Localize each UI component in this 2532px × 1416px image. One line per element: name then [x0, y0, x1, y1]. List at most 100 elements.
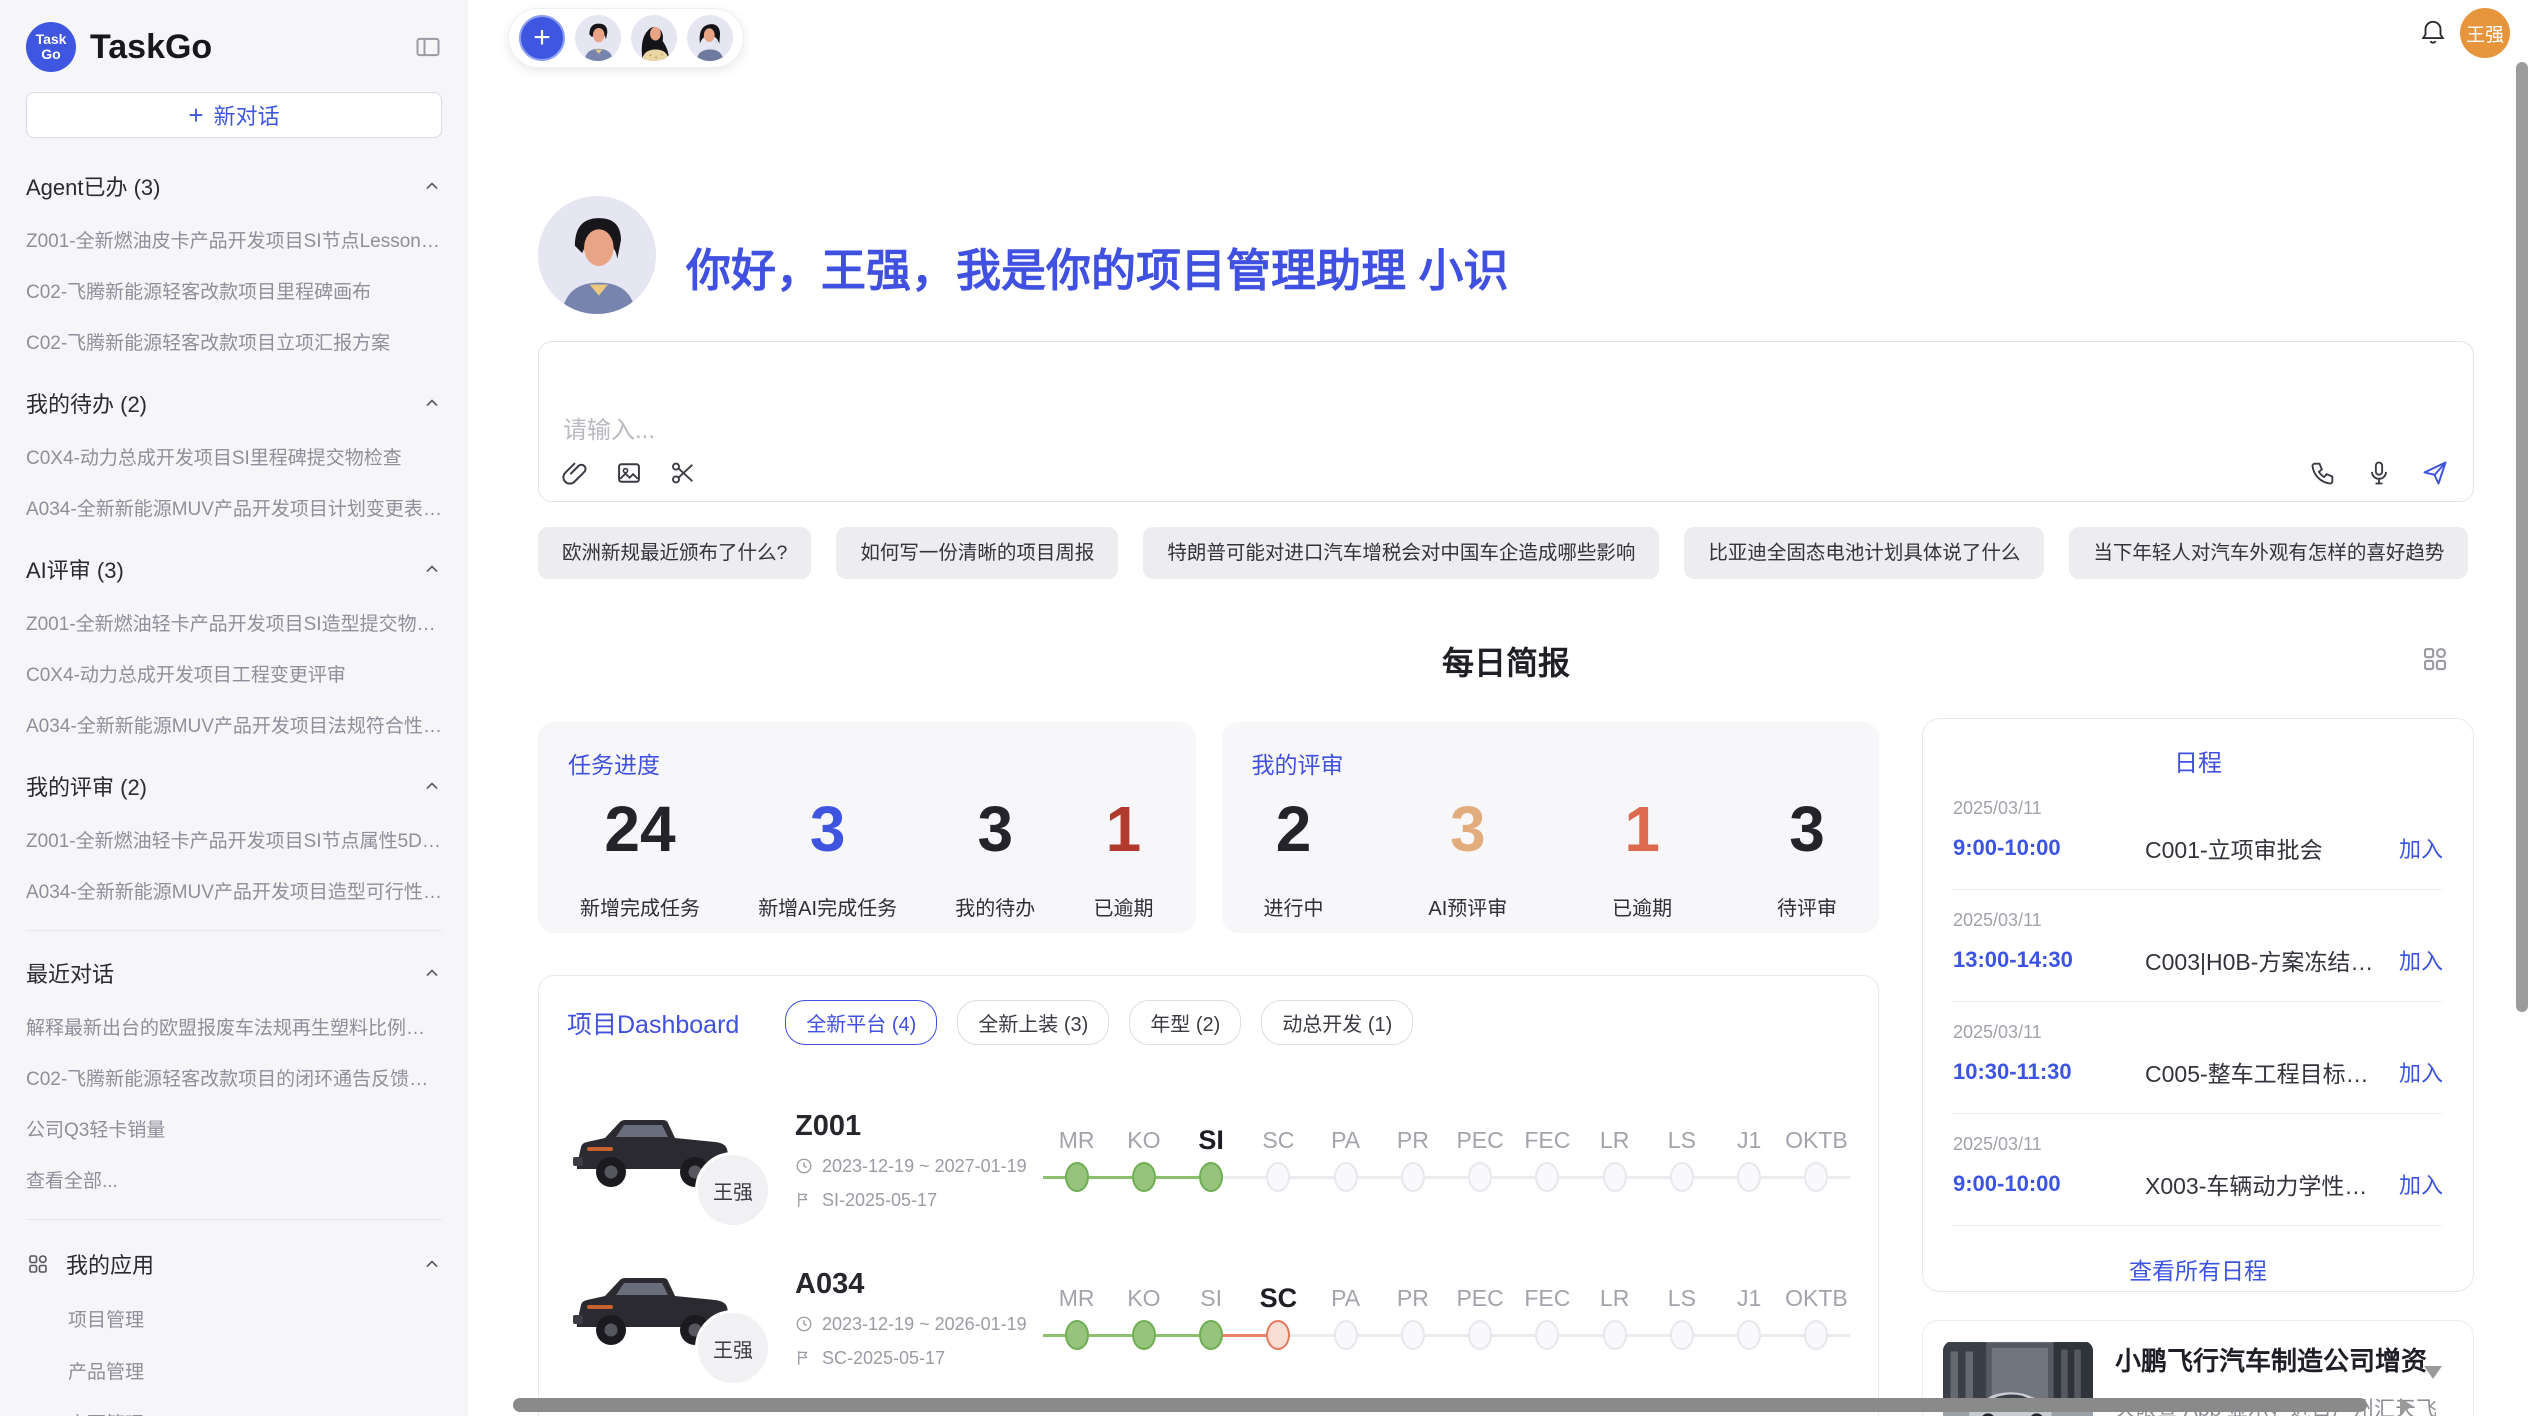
milestone-line — [1290, 1176, 1312, 1179]
milestone-line — [1178, 1334, 1200, 1337]
milestone-label: PEC — [1447, 1123, 1514, 1157]
milestone-dot — [1804, 1320, 1828, 1350]
image-icon[interactable] — [615, 459, 643, 487]
schedule-time: 9:00-10:00 — [1953, 1171, 2145, 1197]
milestone-label: J1 — [1716, 1281, 1783, 1315]
section-header-recent[interactable]: 最近对话 — [26, 957, 442, 989]
section-header-my-todo[interactable]: 我的待办 (2) — [26, 387, 442, 419]
suggestion-chip[interactable]: 比亚迪全固态电池计划具体说了什么 — [1684, 527, 2044, 579]
milestone-line — [1312, 1334, 1334, 1337]
view-all-schedule-link[interactable]: 查看所有日程 — [1953, 1252, 2443, 1286]
user-avatar[interactable]: 王强 — [2460, 8, 2510, 58]
app-item[interactable]: 项目管理 — [26, 1305, 442, 1332]
milestone-line — [1447, 1176, 1469, 1179]
conversation-item[interactable]: A034-全新新能源MUV产品开发项目法规符合性评审 — [26, 711, 442, 738]
suggestion-chip[interactable]: 欧洲新规最近颁布了什么? — [538, 527, 811, 579]
vertical-scrollbar[interactable] — [2516, 62, 2528, 1012]
suggestion-chip[interactable]: 当下年轻人对汽车外观有怎样的喜好趋势 — [2069, 527, 2468, 579]
milestone-label: LR — [1581, 1281, 1648, 1315]
chevron-up-icon[interactable] — [422, 559, 442, 579]
conversation-item[interactable]: Z001-全新燃油皮卡产品开发项目SI节点Lesson Learn报告 — [26, 226, 442, 253]
join-link[interactable]: 加入 — [2399, 832, 2443, 864]
composer-left-tools — [561, 459, 697, 487]
conversation-item[interactable]: A034-全新新能源MUV产品开发项目计划变更表编写 — [26, 494, 442, 521]
conversation-item[interactable]: C02-飞腾新能源轻客改款项目里程碑画布 — [26, 277, 442, 304]
milestone-dot — [1737, 1162, 1761, 1192]
milestone-label: LS — [1648, 1281, 1715, 1315]
app-item[interactable]: 产品管理 — [26, 1357, 442, 1384]
briefing-cards: 任务进度 24 新增完成任务 3 新增AI完成任务 3 我的待办 — [538, 722, 1879, 933]
milestone-line — [1156, 1176, 1178, 1179]
scroll-down-arrow-icon[interactable] — [2424, 1366, 2442, 1379]
conversation-item[interactable]: C02-飞腾新能源轻客改款项目的闭环通告反馈情况 — [26, 1064, 442, 1091]
attachment-icon[interactable] — [561, 459, 589, 487]
milestone-line — [1425, 1176, 1447, 1179]
chevron-up-icon[interactable] — [422, 176, 442, 196]
project-row[interactable]: 王强 A034 2023-12-19 ~ 2026-01-19 — [567, 1239, 1850, 1397]
chevron-up-icon[interactable] — [422, 963, 442, 983]
section-header-ai-review[interactable]: AI评审 (3) — [26, 553, 442, 585]
conversation-item[interactable]: 公司Q3轻卡销量 — [26, 1115, 442, 1142]
milestone-line — [1312, 1176, 1334, 1179]
layout-grid-icon[interactable] — [2420, 644, 2450, 674]
section-header-agent-done[interactable]: Agent已办 (3) — [26, 170, 442, 202]
apps-grid-icon — [26, 1252, 50, 1276]
milestone-label: FEC — [1514, 1281, 1581, 1315]
avatar-woman-icon[interactable] — [631, 15, 677, 61]
suggestion-chip[interactable]: 特朗普可能对进口汽车增税会对中国车企造成哪些影响 — [1143, 527, 1659, 579]
join-link[interactable]: 加入 — [2399, 1056, 2443, 1088]
milestone-dot — [1670, 1162, 1694, 1192]
join-link[interactable]: 加入 — [2399, 1168, 2443, 1200]
conversation-item[interactable]: C0X4-动力总成开发项目工程变更评审 — [26, 660, 442, 687]
chevron-up-icon[interactable] — [422, 776, 442, 796]
conversation-item[interactable]: C02-飞腾新能源轻客改款项目立项汇报方案 — [26, 328, 442, 355]
conversation-item[interactable]: Z001-全新燃油轻卡产品开发项目SI节点属性5D文件评审 — [26, 826, 442, 853]
new-chat-button[interactable]: + 新对话 — [26, 92, 442, 138]
scroll-right-arrow-icon[interactable] — [2400, 1398, 2413, 1414]
suggestion-chip[interactable]: 如何写一份清晰的项目周报 — [836, 527, 1118, 579]
milestone-dot — [1334, 1320, 1358, 1350]
milestone-label: SC — [1245, 1281, 1312, 1315]
send-icon[interactable] — [2421, 459, 2449, 487]
avatar-woman2-icon[interactable] — [687, 15, 733, 61]
conversation-item[interactable]: Z001-全新燃油轻卡产品开发项目SI造型提交物评审 — [26, 609, 442, 636]
join-link[interactable]: 加入 — [2399, 944, 2443, 976]
assistant-avatar-icon — [538, 196, 656, 314]
collapse-sidebar-icon[interactable] — [414, 33, 442, 61]
dashboard-tab[interactable]: 全新上装 (3) — [957, 1000, 1109, 1045]
chevron-up-icon[interactable] — [422, 393, 442, 413]
conversation-item[interactable]: A034-全新新能源MUV产品开发项目造型可行性评审 — [26, 877, 442, 904]
notification-bell-icon[interactable] — [2418, 18, 2448, 48]
microphone-icon[interactable] — [2365, 459, 2393, 487]
dashboard-tab[interactable]: 年型 (2) — [1129, 1000, 1241, 1045]
app-item[interactable]: 变更管理 — [26, 1409, 442, 1416]
horizontal-scrollbar[interactable] — [513, 1398, 2367, 1412]
stat: 24 新增完成任务 — [580, 794, 700, 921]
phone-call-icon[interactable] — [2309, 459, 2337, 487]
sidebar-item-my-apps[interactable]: 我的应用 — [26, 1248, 442, 1280]
dashboard-tab[interactable]: 动总开发 (1) — [1261, 1000, 1413, 1045]
milestone: PR — [1379, 1281, 1446, 1355]
project-row[interactable]: 王强 Z001 2023-12-19 ~ 2027-01-19 — [567, 1081, 1850, 1239]
milestone-line — [1223, 1176, 1245, 1179]
stat: 3 待评审 — [1777, 794, 1837, 921]
milestone: LR — [1581, 1281, 1648, 1355]
milestone-line — [1716, 1334, 1738, 1337]
new-chat-label: 新对话 — [214, 99, 280, 131]
recent-view-all[interactable]: 查看全部... — [26, 1166, 442, 1193]
message-input[interactable]: 请输入... — [538, 341, 2474, 502]
milestone-label: SC — [1245, 1123, 1312, 1157]
schedule-time: 13:00-14:30 — [1953, 947, 2145, 973]
scissors-icon[interactable] — [669, 459, 697, 487]
chevron-up-icon[interactable] — [422, 1254, 442, 1274]
task-progress-card: 任务进度 24 新增完成任务 3 新增AI完成任务 3 我的待办 — [538, 722, 1196, 933]
dashboard-tab[interactable]: 全新平台 (4) — [785, 1000, 937, 1045]
conversation-item[interactable]: 解释最新出台的欧盟报废车法规再生塑料比例被调至15%... — [26, 1013, 442, 1040]
milestone: FEC — [1514, 1281, 1581, 1355]
avatar-man-icon[interactable] — [575, 15, 621, 61]
milestone-line — [1043, 1334, 1065, 1337]
section-header-my-review[interactable]: 我的评审 (2) — [26, 770, 442, 802]
conversation-item[interactable]: C0X4-动力总成开发项目SI里程碑提交物检查 — [26, 443, 442, 470]
milestone-dot — [1065, 1162, 1089, 1192]
add-session-button[interactable]: + — [519, 15, 565, 61]
